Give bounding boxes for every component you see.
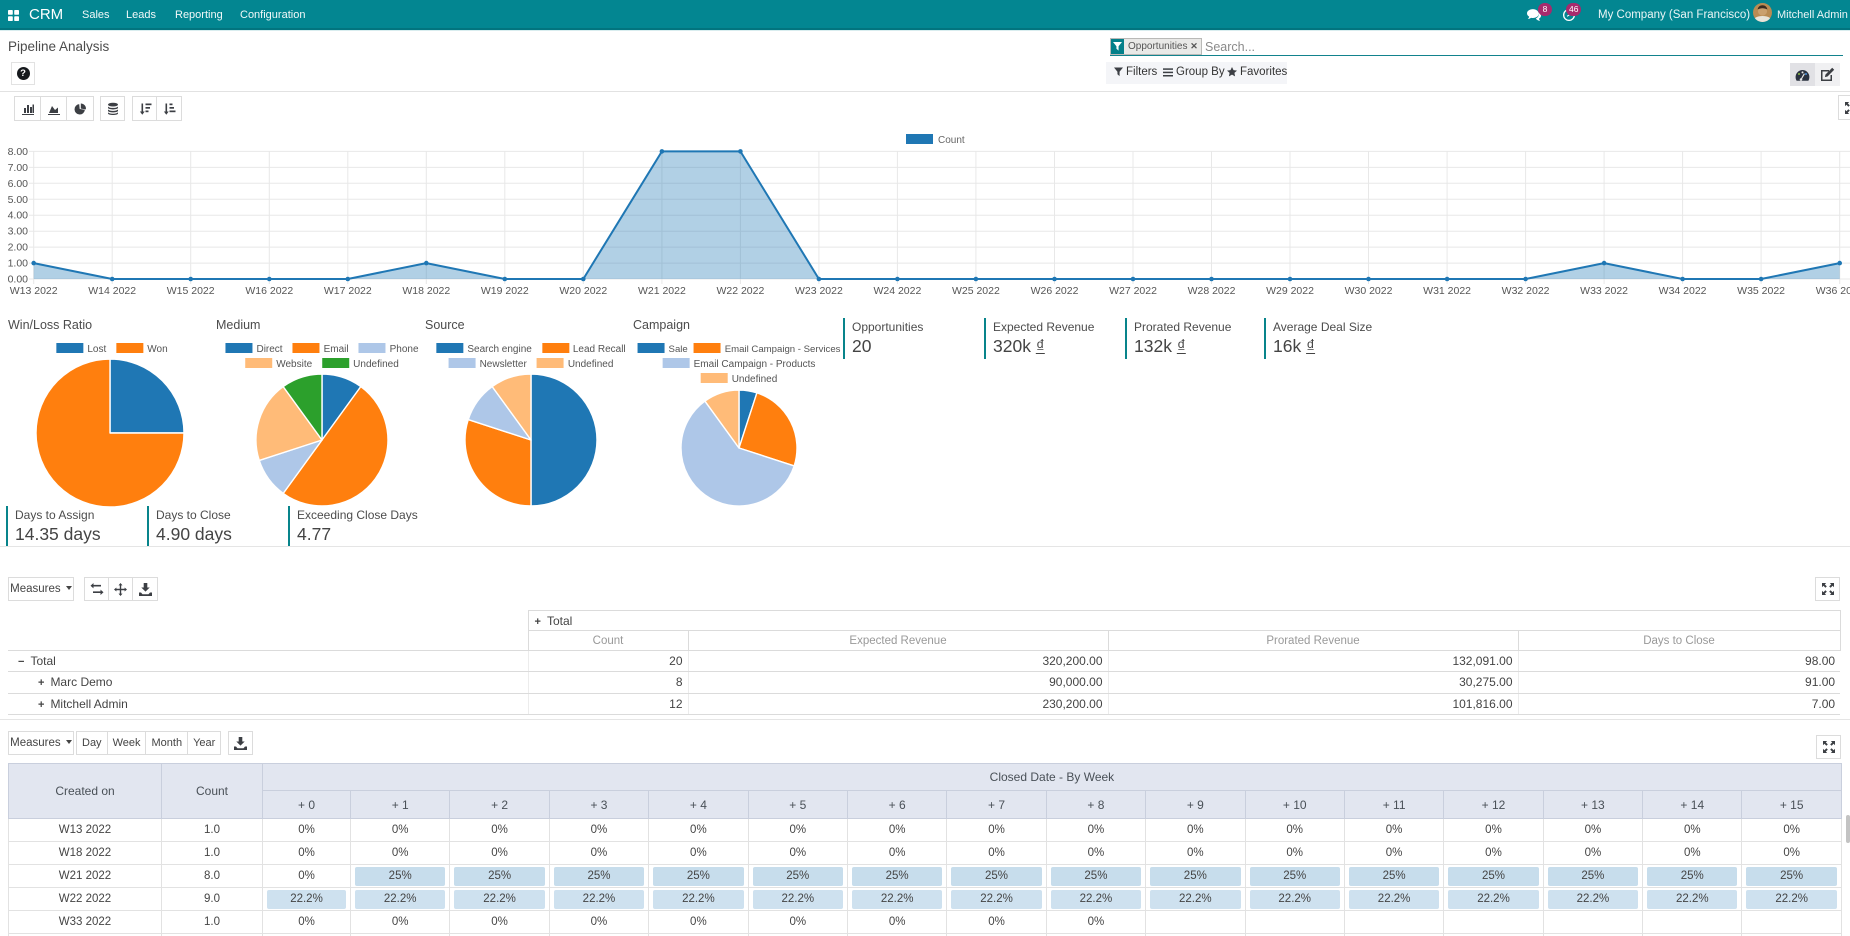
svg-text:W22 2022: W22 2022: [716, 285, 764, 297]
svg-text:W32 2022: W32 2022: [1502, 285, 1550, 297]
svg-text:W21 2022: W21 2022: [638, 285, 686, 297]
svg-text:W35 2022: W35 2022: [1737, 285, 1785, 297]
svg-text:W24 2022: W24 2022: [873, 285, 921, 297]
svg-text:2.00: 2.00: [8, 242, 29, 254]
svg-text:W27 2022: W27 2022: [1109, 285, 1157, 297]
svg-text:W34 2022: W34 2022: [1659, 285, 1707, 297]
svg-text:6.00: 6.00: [8, 178, 29, 190]
svg-text:W17 2022: W17 2022: [324, 285, 372, 297]
svg-text:W19 2022: W19 2022: [481, 285, 529, 297]
svg-text:W28 2022: W28 2022: [1188, 285, 1236, 297]
svg-text:W20 2022: W20 2022: [559, 285, 607, 297]
svg-text:W26 2022: W26 2022: [1031, 285, 1079, 297]
svg-text:W31 2022: W31 2022: [1423, 285, 1471, 297]
svg-text:W36 2022: W36 2022: [1816, 285, 1850, 297]
svg-text:W13 2022: W13 2022: [10, 285, 58, 297]
svg-text:W18 2022: W18 2022: [402, 285, 450, 297]
svg-text:5.00: 5.00: [8, 194, 29, 206]
svg-text:0.00: 0.00: [8, 274, 29, 286]
svg-text:W29 2022: W29 2022: [1266, 285, 1314, 297]
svg-text:W15 2022: W15 2022: [167, 285, 215, 297]
svg-text:W33 2022: W33 2022: [1580, 285, 1628, 297]
svg-text:7.00: 7.00: [8, 162, 29, 174]
svg-text:W16 2022: W16 2022: [245, 285, 293, 297]
svg-text:3.00: 3.00: [8, 226, 29, 238]
svg-text:W25 2022: W25 2022: [952, 285, 1000, 297]
svg-text:W30 2022: W30 2022: [1345, 285, 1393, 297]
svg-text:1.00: 1.00: [8, 258, 29, 270]
svg-text:4.00: 4.00: [8, 210, 29, 222]
svg-text:W23 2022: W23 2022: [795, 285, 843, 297]
svg-text:W14 2022: W14 2022: [88, 285, 136, 297]
svg-text:8.00: 8.00: [8, 146, 29, 158]
